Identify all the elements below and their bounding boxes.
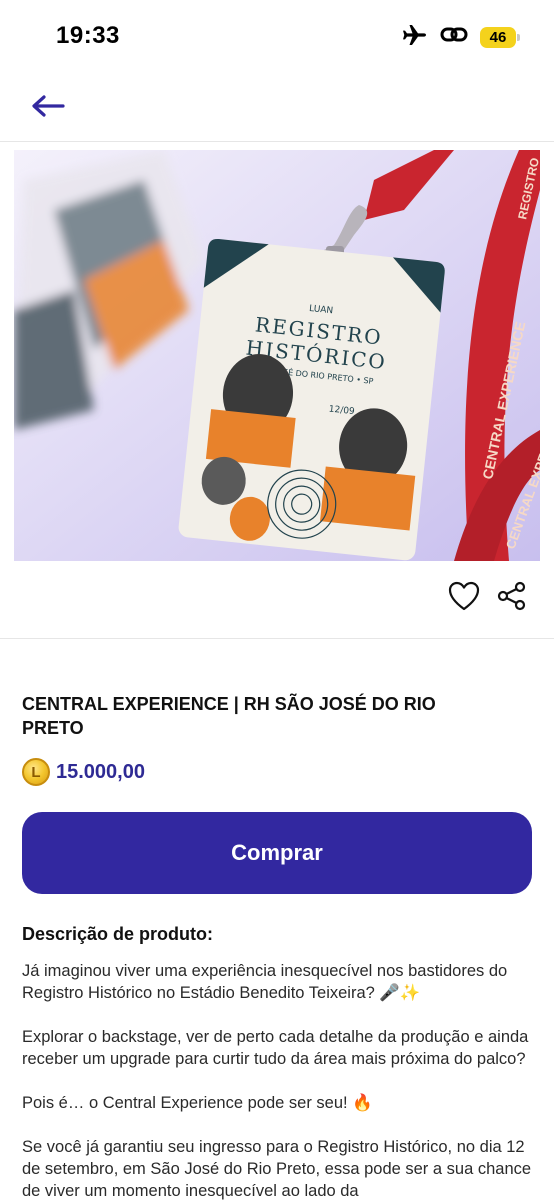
status-icons: 46: [402, 24, 520, 51]
app-header: [0, 72, 554, 142]
description-heading: Descrição de produto:: [22, 924, 214, 944]
description-paragraph: Explorar o backstage, ver de perto cada …: [22, 1028, 529, 1068]
product-price: 15.000,00: [56, 760, 145, 783]
arrow-left-icon: [32, 95, 65, 117]
status-time: 19:33: [56, 22, 120, 49]
divider: [0, 638, 554, 639]
share-icon: [497, 581, 526, 611]
description-paragraph: Já imaginou viver uma experiência inesqu…: [22, 962, 508, 1002]
buy-button[interactable]: Comprar: [22, 812, 532, 894]
airplane-icon: [402, 24, 428, 51]
share-button[interactable]: [496, 580, 528, 612]
badge-card: LUAN REGISTRO HISTÓRICO SÃO JOSÉ DO RIO …: [178, 238, 445, 561]
description-body: Já imaginou viver uma experiência inesqu…: [22, 960, 536, 1200]
product-title: CENTRAL EXPERIENCE | RH SÃO JOSÉ DO RIO …: [22, 694, 436, 738]
product-actions: [448, 580, 528, 612]
description-paragraph: Pois é… o Central Experience pode ser se…: [22, 1094, 373, 1112]
coin-icon: L: [22, 758, 50, 786]
link-icon: [440, 24, 468, 51]
heart-icon: [448, 581, 480, 611]
product-image[interactable]: CENTRAL EXPERIENCE REGISTRO CENTRAL EXPE…: [14, 150, 540, 561]
status-bar: 19:33 46: [0, 0, 554, 72]
description-paragraph: Se você já garantiu seu ingresso para o …: [22, 1138, 532, 1200]
product-illustration: CENTRAL EXPERIENCE REGISTRO CENTRAL EXPE…: [14, 150, 540, 561]
price-row: L 15.000,00: [22, 758, 145, 786]
battery-icon: 46: [480, 27, 520, 48]
favorite-button[interactable]: [448, 580, 480, 612]
back-button[interactable]: [24, 88, 72, 124]
